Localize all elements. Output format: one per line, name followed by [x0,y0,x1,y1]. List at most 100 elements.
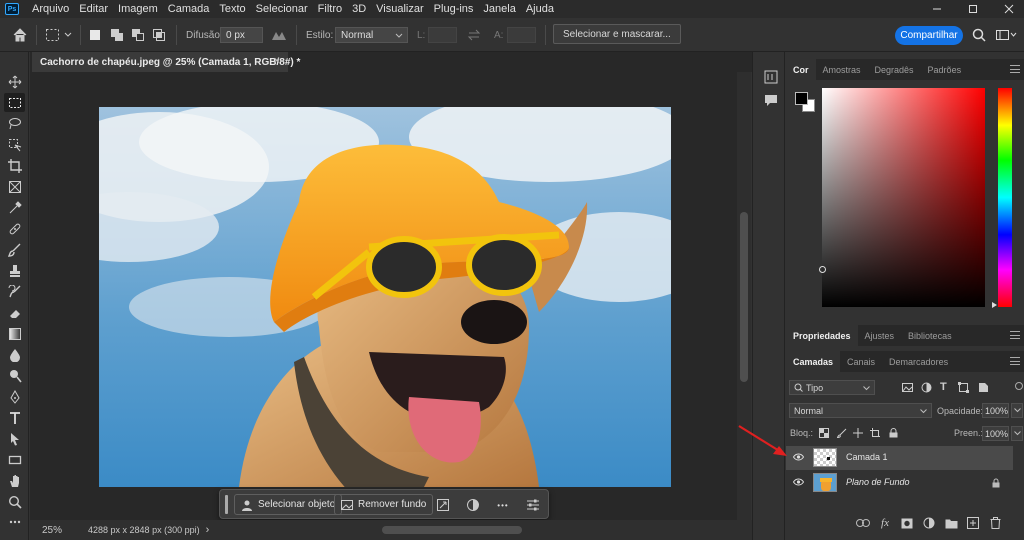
pen-tool-icon[interactable] [4,387,25,406]
lock-position-icon[interactable] [853,428,863,438]
height-input[interactable] [507,27,536,43]
lock-all-icon[interactable] [889,428,898,438]
object-selection-tool-icon[interactable] [4,135,25,154]
tab-cor[interactable]: Cor [786,59,816,80]
lock-pixels-icon[interactable] [837,428,847,438]
frame-tool-icon[interactable] [4,177,25,196]
menu-plugins[interactable]: Plug-ins [429,0,479,18]
filter-smart-object-icon[interactable] [978,382,989,393]
menu-imagem[interactable]: Imagem [113,0,163,18]
width-input[interactable] [428,27,457,43]
crop-tool-icon[interactable] [4,156,25,175]
delete-layer-icon[interactable] [988,516,1002,530]
add-selection-icon[interactable] [110,26,124,44]
adjustment-icon[interactable] [464,496,482,514]
workspace-icon[interactable] [995,26,1017,44]
filter-adjustment-icon[interactable] [921,382,932,393]
more-options-icon[interactable]: ••• [494,496,512,514]
tab-demarcadores[interactable]: Demarcadores [882,351,955,372]
lasso-tool-icon[interactable] [4,114,25,133]
filter-shape-icon[interactable] [958,382,969,393]
minimize-icon[interactable] [924,0,950,18]
select-and-mask-button[interactable]: Selecionar e mascarar... [553,24,681,44]
blur-tool-icon[interactable] [4,345,25,364]
history-brush-tool-icon[interactable] [4,282,25,301]
filter-pixel-icon[interactable] [902,382,913,393]
panel-menu-icon[interactable] [1010,357,1020,365]
hand-tool-icon[interactable] [4,471,25,490]
vertical-scroll-thumb[interactable] [740,212,748,382]
more-tools-icon[interactable] [4,512,25,531]
blend-mode-select[interactable]: Normal [789,403,932,418]
dodge-tool-icon[interactable] [4,366,25,385]
add-mask-icon[interactable] [900,516,914,530]
marquee-preset-icon[interactable] [45,26,73,44]
fill-dropdown[interactable] [1011,426,1023,441]
close-window-icon[interactable] [996,0,1022,18]
color-picker-cursor[interactable] [819,266,826,273]
gradient-tool-icon[interactable] [4,324,25,343]
new-group-icon[interactable] [944,516,958,530]
drag-handle[interactable] [225,495,228,514]
panel-menu-icon[interactable] [1010,331,1020,339]
anti-alias-icon[interactable] [271,26,287,44]
lock-artboard-icon[interactable] [870,428,880,438]
filter-type-icon[interactable]: T [940,381,947,393]
transform-icon[interactable] [434,496,452,514]
fx-icon[interactable]: fx [878,516,892,530]
tab-degrades[interactable]: Degradês [868,59,921,80]
layer-name[interactable]: Camada 1 [846,452,888,462]
tab-propriedades[interactable]: Propriedades [786,325,858,346]
layer-row[interactable]: Camada 1 [786,446,1013,470]
tab-canais[interactable]: Canais [840,351,882,372]
hue-slider-handle[interactable] [992,302,997,308]
clone-stamp-tool-icon[interactable] [4,261,25,280]
link-layers-icon[interactable] [856,516,870,530]
menu-janela[interactable]: Janela [478,0,520,18]
tab-amostras[interactable]: Amostras [816,59,868,80]
swap-dimensions-icon[interactable] [467,26,481,44]
color-picker-field[interactable] [819,88,985,307]
new-selection-icon[interactable] [88,26,102,44]
status-arrow-icon[interactable]: › [206,524,210,536]
panel-menu-icon[interactable] [1010,65,1020,73]
opacity-input[interactable]: 100% [982,403,1009,418]
zoom-tool-icon[interactable] [4,492,25,511]
home-icon[interactable] [12,26,28,44]
adjustment-layer-icon[interactable] [922,516,936,530]
eyedropper-tool-icon[interactable] [4,198,25,217]
remove-background-button[interactable]: Remover fundo [334,494,434,515]
maximize-icon[interactable] [960,0,986,18]
lock-transparency-icon[interactable] [819,428,829,438]
rectangle-tool-icon[interactable] [4,450,25,469]
layer-name[interactable]: Plano de Fundo [846,477,910,487]
menu-texto[interactable]: Texto [214,0,250,18]
brush-tool-icon[interactable] [4,240,25,259]
eye-icon[interactable] [793,478,804,486]
tab-ajustes[interactable]: Ajustes [858,325,902,346]
fill-input[interactable]: 100% [982,426,1009,441]
menu-arquivo[interactable]: Arquivo [27,0,74,18]
menu-visualizar[interactable]: Visualizar [371,0,429,18]
settings-sliders-icon[interactable] [524,496,542,514]
canvas-area[interactable] [30,72,737,520]
filter-toggle-icon[interactable] [1015,382,1023,390]
new-layer-icon[interactable] [966,516,980,530]
history-icon[interactable] [764,70,778,84]
share-button[interactable]: Compartilhar [895,26,963,45]
healing-brush-tool-icon[interactable] [4,219,25,238]
menu-filtro[interactable]: Filtro [313,0,347,18]
feather-input[interactable]: 0 px [220,27,263,43]
menu-ajuda[interactable]: Ajuda [521,0,559,18]
opacity-dropdown[interactable] [1011,403,1023,418]
eraser-tool-icon[interactable] [4,303,25,322]
document-image[interactable] [99,107,671,487]
hue-slider[interactable] [992,88,1012,308]
document-tab[interactable]: Cachorro de chapéu.jpeg @ 25% (Camada 1,… [32,52,300,72]
subtract-selection-icon[interactable] [131,26,145,44]
close-document-icon[interactable]: × [274,55,280,67]
zoom-level[interactable]: 25% [42,525,62,536]
path-selection-tool-icon[interactable] [4,429,25,448]
move-tool-icon[interactable] [4,72,25,91]
style-select[interactable]: Normal [335,27,408,43]
